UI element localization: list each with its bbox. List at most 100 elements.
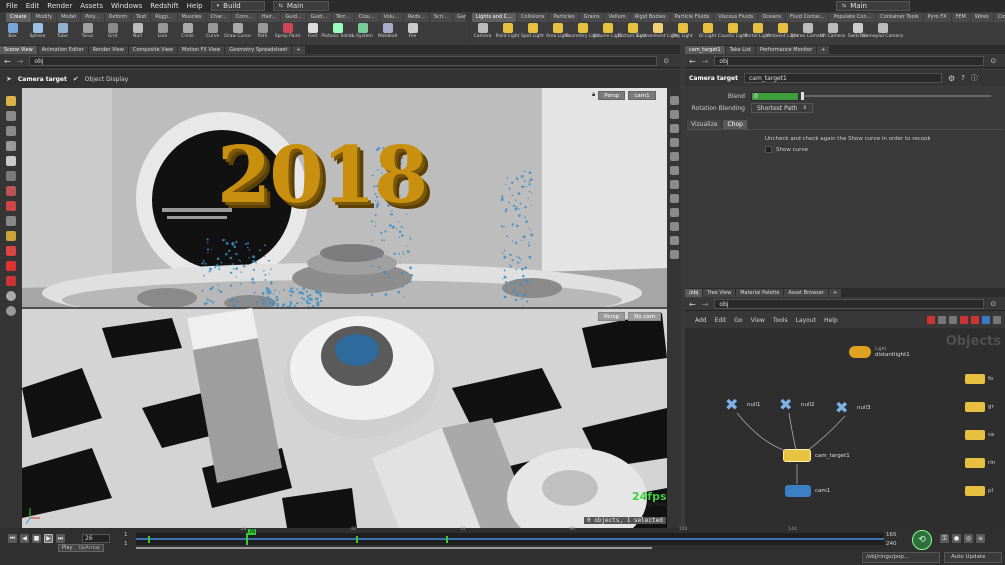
network-display-icon[interactable] xyxy=(927,316,935,324)
shadow-icon[interactable] xyxy=(669,208,679,217)
camera-view-icon[interactable] xyxy=(669,222,679,231)
tab-take-list[interactable]: Take List xyxy=(725,46,755,54)
shelf-tab-clou[interactable]: Clou... xyxy=(354,13,379,22)
move-icon[interactable] xyxy=(6,111,16,121)
tab-composite-view[interactable]: Composite View xyxy=(128,46,177,54)
help-icon[interactable]: ? xyxy=(961,74,965,82)
blend-slider-handle[interactable] xyxy=(801,92,804,100)
brush-icon[interactable] xyxy=(6,216,16,226)
shelf-tool-ambient-light[interactable]: Ambient Light xyxy=(767,22,798,44)
shelf-tab-reds[interactable]: Reds... xyxy=(404,13,429,22)
pose-icon[interactable] xyxy=(6,171,16,181)
pin-icon[interactable]: ⊙ xyxy=(990,300,996,308)
shaded-icon[interactable] xyxy=(669,138,679,147)
node-null2[interactable]: ✖ null2 xyxy=(779,397,815,413)
shelf-tab-scri[interactable]: Scri... xyxy=(429,13,453,22)
network-menu-help[interactable]: Help xyxy=(824,317,838,324)
tab-animation-editor[interactable]: Animation Editor xyxy=(37,46,88,54)
node-side-0[interactable]: fo xyxy=(965,374,995,384)
gear-icon[interactable]: ⚙ xyxy=(948,74,955,83)
shelf-tab-modify[interactable]: Modify xyxy=(31,13,57,22)
shelf-tool-line[interactable]: Line xyxy=(150,22,175,44)
shelf-tab-guid[interactable]: Guid... xyxy=(306,13,332,22)
pin-icon[interactable]: ⊙ xyxy=(663,57,669,65)
shelf-tab-muscles[interactable]: Muscles xyxy=(177,13,206,22)
network-menu-add[interactable]: Add xyxy=(695,317,707,324)
tab-motion-fx-view[interactable]: Motion FX View xyxy=(178,46,225,54)
range-end-global[interactable]: 240 xyxy=(886,541,897,547)
range-end[interactable]: 165 xyxy=(886,532,897,538)
tab-geometry-spreadsheet[interactable]: Geometry Spreadsheet xyxy=(225,46,292,54)
shelf-tool-sphere[interactable]: Sphere xyxy=(25,22,50,44)
menu-assets[interactable]: Assets xyxy=(80,2,103,10)
shelf-tab-volu[interactable]: Volu... xyxy=(379,13,403,22)
lock-camera-icon[interactable] xyxy=(669,250,679,259)
shelf-tab-char[interactable]: Char... xyxy=(206,13,231,22)
node-side-3[interactable]: rin xyxy=(965,458,995,468)
top-camera-dropdown[interactable]: cam1 xyxy=(628,91,656,100)
network-layout-icon[interactable] xyxy=(938,316,946,324)
shelf-tool-gi-light[interactable]: GI Light xyxy=(695,22,720,44)
points-icon[interactable] xyxy=(669,152,679,161)
shelf-tab-model[interactable]: Model xyxy=(57,13,81,22)
range-start-global[interactable]: 1 xyxy=(124,541,128,547)
shelf-tool-portal-light[interactable]: Portal Light xyxy=(745,22,770,44)
shelf-tool-camera[interactable]: Camera xyxy=(470,22,495,44)
add-tab-button[interactable]: + xyxy=(828,289,842,297)
show-curve-checkbox[interactable] xyxy=(765,146,772,153)
shelf-tab-particle-fluids[interactable]: Particle Fluids xyxy=(670,13,714,22)
menu-edit[interactable]: Edit xyxy=(26,2,40,10)
current-frame-field[interactable]: 26 xyxy=(82,534,110,543)
desktop-dropdown[interactable]: ▾ Build xyxy=(210,1,265,11)
menu-redshift[interactable]: Redshift xyxy=(150,2,178,10)
pointer-icon[interactable]: ➤ xyxy=(6,75,12,83)
menu-render[interactable]: Render xyxy=(47,2,72,10)
pin-icon[interactable]: ⊙ xyxy=(990,57,996,65)
backface-icon[interactable] xyxy=(669,180,679,189)
shelf-tab-gam[interactable]: Gam... xyxy=(453,13,466,22)
shelf-tab-crowds[interactable]: Crowds xyxy=(993,13,1005,22)
menu-help[interactable]: Help xyxy=(187,2,203,10)
tab-vizualize[interactable]: Vizualize xyxy=(687,120,722,129)
info-icon[interactable]: ⓘ xyxy=(971,73,978,83)
node-cam1[interactable]: cam1 xyxy=(785,485,830,497)
shelf-tool-path[interactable]: Path xyxy=(250,22,275,44)
shelf-tool-stereo-camera[interactable]: Stereo Camera xyxy=(791,22,824,44)
jump-end-button[interactable]: ⏭ xyxy=(56,534,65,543)
network-menu-edit[interactable]: Edit xyxy=(715,317,727,324)
menu-file[interactable]: File xyxy=(6,2,18,10)
scale-icon[interactable] xyxy=(6,141,16,151)
blend-value-field[interactable]: 0 xyxy=(751,91,799,101)
node-cam-target1[interactable]: cam_target1 xyxy=(783,449,850,462)
tab-tree-view[interactable]: Tree View xyxy=(703,289,736,297)
view-icon[interactable] xyxy=(6,186,16,196)
scope-icon[interactable]: ◎ xyxy=(964,534,973,543)
check-icon[interactable]: ✔ xyxy=(73,75,79,83)
record-icon[interactable] xyxy=(6,291,16,301)
shelf-tab-fluid-contai[interactable]: Fluid Contai... xyxy=(785,13,829,22)
network-info-icon[interactable] xyxy=(982,316,990,324)
network-menu-go[interactable]: Go xyxy=(734,317,742,324)
shelf-tab-cons[interactable]: Cons... xyxy=(231,13,257,22)
handle-icon[interactable] xyxy=(6,156,16,166)
add-tab-button[interactable]: + xyxy=(817,46,830,54)
scene-viewport[interactable]: 2018 🔒︎ Persp cam1 Persp No cam 24fps 38… xyxy=(22,88,667,528)
key-icon[interactable]: ⚿ xyxy=(940,534,949,543)
shelf-tool-point-light[interactable]: Point Light xyxy=(495,22,520,44)
shelf-tool-tube[interactable]: Tube xyxy=(50,22,75,44)
rotation-blending-dropdown[interactable]: Shortest Path ⇕ xyxy=(751,103,813,113)
node-side-4[interactable]: pl xyxy=(965,486,995,496)
shelf-tool-area-light[interactable]: Area Light xyxy=(545,22,570,44)
back-arrow-icon[interactable]: ← xyxy=(689,57,696,66)
bottom-view-dropdown[interactable]: Persp xyxy=(598,312,626,321)
keyframe-marker[interactable] xyxy=(446,536,448,543)
network-path-field[interactable]: obj xyxy=(714,299,985,309)
back-arrow-icon[interactable]: ← xyxy=(4,57,11,66)
node-null3[interactable]: ✖ null3 xyxy=(835,400,871,416)
network-grid-icon[interactable] xyxy=(949,316,957,324)
network-snap-icon[interactable] xyxy=(960,316,968,324)
tab-scene-view[interactable]: Scene View xyxy=(0,46,37,54)
tab-performance-monitor[interactable]: Performance Monitor xyxy=(756,46,817,54)
record-key-icon[interactable]: ● xyxy=(952,534,961,543)
shelf-tab-create[interactable]: Create xyxy=(6,13,31,22)
